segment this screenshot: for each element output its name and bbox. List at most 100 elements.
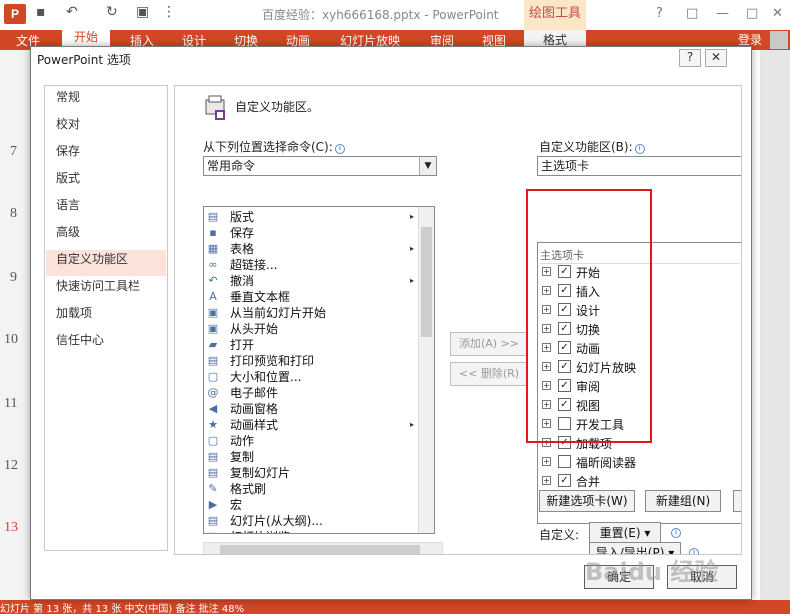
list-item[interactable]: ▣ 从当前幻灯片开始 (204, 305, 418, 321)
info-icon: i (334, 144, 345, 154)
command-label: 打开 (230, 338, 255, 352)
add-button[interactable]: 添加(A) >> (450, 332, 528, 356)
new-tab-button[interactable]: 新建选项卡(W) (539, 490, 635, 512)
command-label: 垂直文本框 (230, 290, 291, 304)
slide-number: 8 (10, 206, 17, 221)
slideshow-icon[interactable]: ▣ (136, 4, 149, 20)
expand-icon[interactable]: + (542, 457, 551, 466)
choose-commands-select[interactable]: 常用命令 ▼ (203, 156, 437, 176)
slide-number: 9 (10, 270, 17, 285)
command-icon: ↶ (208, 274, 218, 287)
list-item[interactable]: ◀ 动画窗格 (204, 401, 418, 417)
nav-item-customize-ribbon[interactable]: 自定义功能区 (46, 250, 166, 276)
rename-button[interactable] (733, 490, 741, 512)
list-item[interactable]: ↶ 撤消 ▸ (204, 273, 418, 289)
command-icon: ▢ (207, 434, 219, 447)
undo-icon[interactable]: ↶ (66, 4, 78, 20)
command-icon: ▦ (207, 242, 219, 255)
save-icon[interactable]: ▪ (36, 4, 46, 20)
redo-icon[interactable]: ↻ (106, 4, 118, 20)
nav-item-language[interactable]: 语言 (46, 196, 166, 222)
avatar[interactable] (770, 31, 788, 49)
list-item[interactable]: ▦ 表格 ▸ (204, 241, 418, 257)
list-item[interactable]: @ 电子邮件 (204, 385, 418, 401)
list-item[interactable]: ▤ 打印预览和打印 (204, 353, 418, 369)
command-label: 表格 (230, 242, 255, 256)
list-item[interactable]: ▢ 大小和位置... (204, 369, 418, 385)
list-item[interactable]: ▤ 复制 (204, 449, 418, 465)
command-icon: ▤ (207, 514, 219, 527)
nav-item-general[interactable]: 常规 (46, 88, 166, 114)
command-icon: ✎ (208, 482, 218, 495)
slide-number: 10 (4, 332, 18, 347)
command-label: 宏 (230, 498, 243, 512)
list-item[interactable]: ▤ 幻灯片(从大纲)... (204, 513, 418, 529)
maximize-icon[interactable]: □ (746, 6, 758, 21)
command-label: 复制幻灯片 (230, 466, 291, 480)
nav-item-add-ins[interactable]: 加载项 (46, 304, 166, 330)
command-icon: ▰ (208, 338, 218, 351)
list-item[interactable]: A 垂直文本框 (204, 289, 418, 305)
command-icon: ▶ (208, 498, 218, 511)
customize-label: 自定义: (539, 528, 580, 542)
command-icon: ★ (208, 418, 218, 431)
command-label: 电子邮件 (230, 386, 279, 400)
nav-item-layout[interactable]: 版式 (46, 169, 166, 195)
ribbon-options-icon[interactable]: □ (686, 6, 698, 21)
reset-button[interactable]: 重置(E) ▾ (589, 522, 661, 544)
command-label: 打印预览和打印 (230, 354, 315, 368)
list-item[interactable]: ▦ 幻灯片浏览 (204, 529, 418, 533)
list-item[interactable]: ★ 动画样式 ▸ (204, 417, 418, 433)
list-item[interactable]: ▶ 宏 (204, 497, 418, 513)
list-item[interactable]: ▢ 动作 (204, 433, 418, 449)
new-group-button[interactable]: 新建组(N) (645, 490, 721, 512)
command-label: 大小和位置... (230, 370, 302, 384)
list-item[interactable]: ▣ 从头开始 (204, 321, 418, 337)
dialog-help-button[interactable]: ? (679, 49, 701, 67)
commands-scrollbar[interactable] (418, 207, 434, 533)
command-label: 超链接... (230, 258, 278, 272)
tab-checkbox[interactable]: ✓ (558, 474, 571, 487)
command-label: 动作 (230, 434, 255, 448)
slide-number: 13 (4, 520, 18, 535)
tree-item[interactable]: + 福昕阅读器 (538, 453, 741, 472)
minimize-icon[interactable]: — (716, 6, 729, 21)
scrollbar-thumb[interactable] (421, 227, 432, 337)
dialog-close-button[interactable]: ✕ (705, 49, 727, 67)
commands-list[interactable]: ▤ 版式 ▸ ▪ 保存 ▦ 表格 ▸ ∞ 超链接... ↶ 撤消 ▸ A 垂直文本框 ▣ 从当前幻灯片开始 ▣ 从头… (203, 206, 435, 534)
command-label: 格式刷 (230, 482, 267, 496)
nav-item-advanced[interactable]: 高级 (46, 223, 166, 249)
customize-ribbon-select[interactable]: 主选项卡 (537, 156, 741, 176)
nav-item-save[interactable]: 保存 (46, 142, 166, 168)
list-item[interactable]: ▤ 版式 ▸ (204, 209, 418, 225)
scrollbar-thumb[interactable] (220, 545, 420, 554)
help-icon[interactable]: ? (656, 6, 663, 21)
close-icon[interactable]: ✕ (772, 6, 783, 21)
list-item[interactable]: ∞ 超链接... (204, 257, 418, 273)
expand-icon[interactable]: + (542, 476, 551, 485)
customize-qat-icon[interactable]: ⋮ (162, 4, 176, 20)
watermark: Baidu 经验 (585, 558, 719, 586)
remove-button[interactable]: << 删除(R) (450, 362, 528, 386)
info-icon: i (671, 528, 681, 538)
horizontal-scrollbar[interactable] (203, 542, 443, 554)
tree-item[interactable]: + ✓ 合并 (538, 472, 741, 491)
nav-item-proofing[interactable]: 校对 (46, 115, 166, 141)
command-icon: ▣ (207, 322, 219, 335)
command-label: 幻灯片(从大纲)... (230, 514, 323, 528)
command-icon: ◀ (208, 402, 218, 415)
command-icon: ▦ (206, 530, 220, 533)
tab-checkbox[interactable] (558, 455, 571, 468)
command-icon: ▤ (207, 210, 219, 223)
list-item[interactable]: ▰ 打开 (204, 337, 418, 353)
chevron-down-icon[interactable]: ▼ (419, 157, 436, 175)
nav-item-trust-center[interactable]: 信任中心 (46, 331, 166, 357)
slide-thumbnail-pane (0, 50, 30, 600)
submenu-arrow-icon: ▸ (409, 212, 414, 221)
highlight-box (526, 189, 652, 443)
list-item[interactable]: ▪ 保存 (204, 225, 418, 241)
submenu-arrow-icon: ▸ (409, 420, 414, 429)
list-item[interactable]: ▤ 复制幻灯片 (204, 465, 418, 481)
list-item[interactable]: ✎ 格式刷 (204, 481, 418, 497)
nav-item-quick-access-toolbar[interactable]: 快速访问工具栏 (46, 277, 166, 303)
